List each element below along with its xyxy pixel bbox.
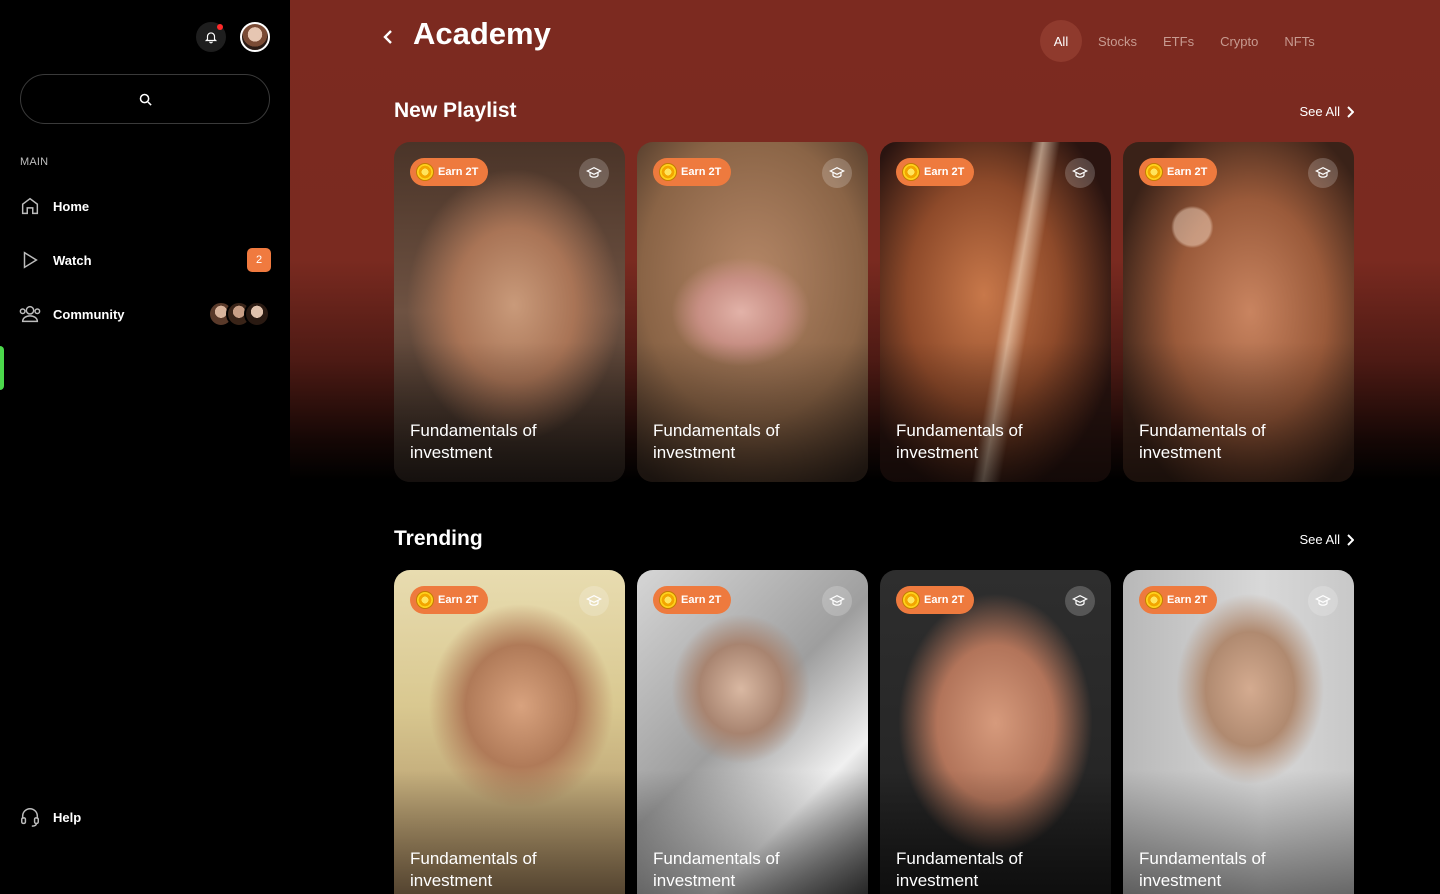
play-icon	[18, 248, 42, 272]
users-icon	[18, 302, 42, 326]
tab-nfts[interactable]: NFTs	[1272, 20, 1326, 62]
earn-badge: Earn 2T	[410, 586, 489, 614]
avatar	[244, 301, 270, 327]
new-playlist-row: Earn 2T Fundamentals of investment Earn …	[394, 142, 1354, 482]
earn-badge: Earn 2T	[896, 586, 975, 614]
tab-etfs[interactable]: ETFs	[1151, 20, 1206, 62]
course-title: Fundamentals of investment	[653, 849, 780, 890]
graduation-cap-icon[interactable]	[822, 586, 852, 616]
sidebar: MAIN Home Watch 2 Community Help	[0, 0, 290, 894]
watch-count-badge: 2	[247, 248, 271, 272]
see-all-label: See All	[1299, 104, 1340, 119]
home-icon	[18, 194, 42, 218]
course-card[interactable]: Earn 2T Fundamentals of investment	[394, 570, 625, 894]
section-title-new-playlist: New Playlist	[394, 99, 517, 122]
sidebar-item-label: Community	[53, 306, 125, 322]
category-tabs: All Stocks ETFs Crypto NFTs	[1040, 20, 1329, 62]
coin-icon	[1145, 163, 1163, 181]
chevron-left-icon	[383, 30, 392, 44]
course-title: Fundamentals of investment	[896, 421, 1023, 462]
tab-crypto[interactable]: Crypto	[1208, 20, 1270, 62]
course-card[interactable]: Earn 2T Fundamentals of investment	[880, 570, 1111, 894]
course-card[interactable]: Earn 2T Fundamentals of investment	[637, 142, 868, 482]
chevron-right-icon	[1347, 533, 1354, 546]
headset-icon	[18, 805, 42, 829]
course-card[interactable]: Earn 2T Fundamentals of investment	[637, 570, 868, 894]
section-label-main: MAIN	[20, 156, 49, 168]
coin-icon	[659, 591, 677, 609]
chevron-right-icon	[1347, 105, 1354, 118]
main-content: Academy All Stocks ETFs Crypto NFTs New …	[290, 0, 1440, 894]
tab-all[interactable]: All	[1040, 20, 1082, 62]
coin-icon	[416, 591, 434, 609]
graduation-cap-icon[interactable]	[1308, 158, 1338, 188]
coin-icon	[659, 163, 677, 181]
notification-dot	[217, 24, 223, 30]
earn-badge: Earn 2T	[1139, 586, 1218, 614]
course-card[interactable]: Earn 2T Fundamentals of investment	[394, 142, 625, 482]
top-icons	[196, 22, 270, 52]
sidebar-item-home[interactable]: Home	[18, 191, 272, 221]
coin-icon	[902, 163, 920, 181]
earn-badge: Earn 2T	[653, 586, 732, 614]
graduation-cap-icon[interactable]	[1065, 158, 1095, 188]
active-indicator	[0, 346, 4, 390]
graduation-cap-icon[interactable]	[579, 158, 609, 188]
bell-icon	[204, 32, 218, 44]
coin-icon	[416, 163, 434, 181]
section-title-trending: Trending	[394, 527, 483, 550]
user-avatar[interactable]	[240, 22, 270, 52]
earn-badge: Earn 2T	[1139, 158, 1218, 186]
graduation-cap-icon[interactable]	[822, 158, 852, 188]
course-card[interactable]: Earn 2T Fundamentals of investment	[1123, 570, 1354, 894]
trending-row: Earn 2T Fundamentals of investment Earn …	[394, 570, 1354, 894]
earn-badge: Earn 2T	[653, 158, 732, 186]
course-title: Fundamentals of investment	[653, 421, 780, 462]
course-card[interactable]: Earn 2T Fundamentals of investment	[1123, 142, 1354, 482]
sidebar-item-label: Watch	[53, 252, 92, 268]
course-title: Fundamentals of investment	[896, 849, 1023, 890]
sidebar-item-help[interactable]: Help	[18, 802, 272, 832]
notifications-button[interactable]	[196, 22, 226, 52]
sidebar-item-label: Help	[53, 809, 82, 825]
graduation-cap-icon[interactable]	[1065, 586, 1095, 616]
graduation-cap-icon[interactable]	[1308, 586, 1338, 616]
earn-badge: Earn 2T	[410, 158, 489, 186]
coin-icon	[902, 591, 920, 609]
search-icon	[139, 93, 152, 106]
course-title: Fundamentals of investment	[1139, 421, 1266, 462]
sidebar-item-label: Home	[53, 198, 90, 214]
tab-stocks[interactable]: Stocks	[1086, 20, 1149, 62]
earn-badge: Earn 2T	[896, 158, 975, 186]
see-all-trending[interactable]: See All	[1300, 532, 1354, 547]
course-card[interactable]: Earn 2T Fundamentals of investment	[880, 142, 1111, 482]
search-input[interactable]	[20, 74, 270, 124]
sidebar-item-watch[interactable]: Watch 2	[18, 245, 272, 275]
community-avatars	[208, 301, 270, 327]
see-all-label: See All	[1299, 532, 1340, 547]
sidebar-item-community[interactable]: Community	[18, 299, 272, 329]
course-title: Fundamentals of investment	[410, 421, 537, 462]
course-title: Fundamentals of investment	[410, 849, 537, 890]
coin-icon	[1145, 591, 1163, 609]
graduation-cap-icon[interactable]	[579, 586, 609, 616]
course-title: Fundamentals of investment	[1139, 849, 1266, 890]
page-title: Academy	[413, 16, 551, 51]
back-button[interactable]	[378, 26, 398, 48]
see-all-new-playlist[interactable]: See All	[1300, 104, 1354, 119]
